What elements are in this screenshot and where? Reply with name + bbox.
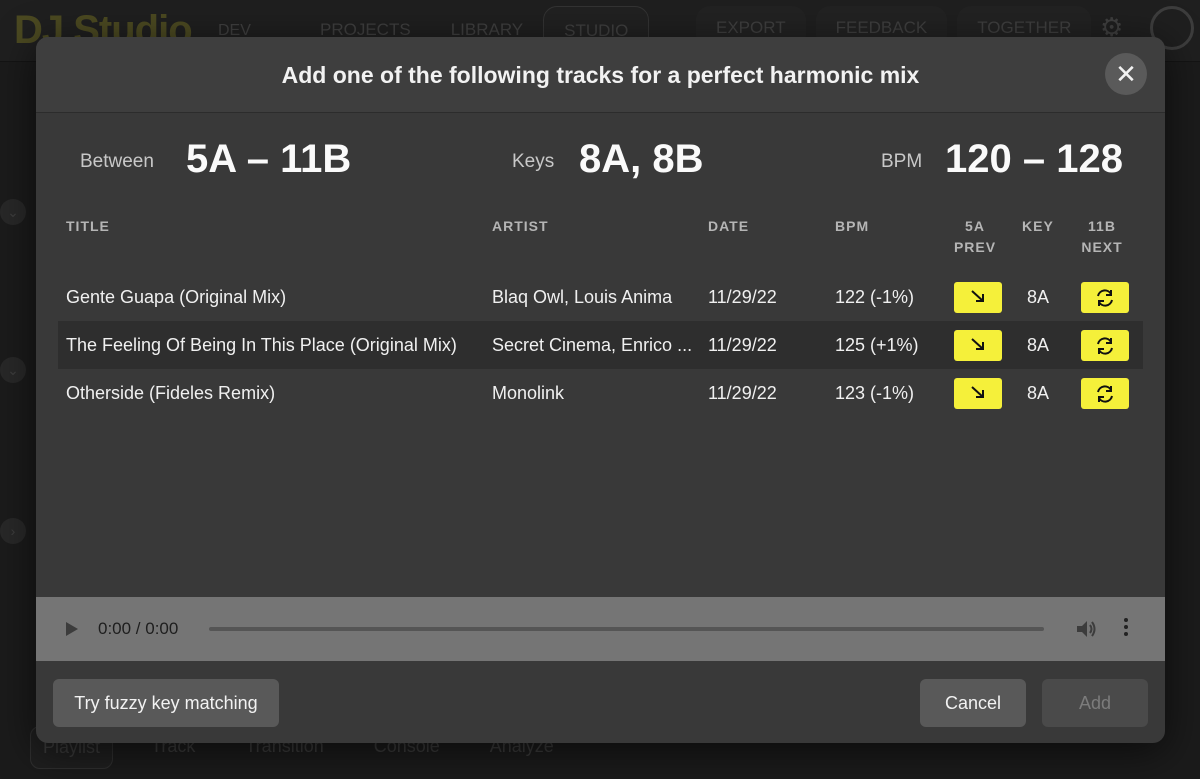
audio-player: 0:00 / 0:00 <box>36 597 1165 661</box>
keys-value: 8A, 8B <box>579 137 704 181</box>
refresh-icon <box>1097 337 1113 355</box>
between-value: 5A – 11B <box>186 137 352 181</box>
column-header-bpm[interactable]: BPM <box>835 218 869 234</box>
mix-stats: Between 5A – 11B Keys 8A, 8B BPM 120 – 1… <box>36 137 1165 187</box>
close-icon: ✕ <box>1115 59 1137 89</box>
cancel-button[interactable]: Cancel <box>920 679 1026 727</box>
add-button[interactable]: Add <box>1042 679 1148 727</box>
next-label: NEXT <box>1081 239 1123 255</box>
refresh-icon <box>1097 289 1113 307</box>
arrow-down-right-icon <box>971 338 984 350</box>
dialog-header: Add one of the following tracks for a pe… <box>36 37 1165 113</box>
add-as-next-button[interactable] <box>1081 378 1129 409</box>
dialog-title: Add one of the following tracks for a pe… <box>281 62 920 88</box>
next-key-label: 11B <box>1088 218 1116 234</box>
add-as-next-button[interactable] <box>1081 282 1129 313</box>
player-bar: 0:00 / 0:00 <box>36 597 1165 661</box>
prev-label: PREV <box>953 239 997 255</box>
track-key: 8A <box>1027 383 1050 403</box>
column-header-artist[interactable]: ARTIST <box>492 218 549 234</box>
table-row[interactable]: Gente Guapa (Original Mix) Blaq Owl, Lou… <box>58 273 1143 321</box>
track-bpm: 125 (+1%) <box>835 335 919 355</box>
add-as-prev-button[interactable] <box>954 282 1002 313</box>
add-as-next-button[interactable] <box>1081 330 1129 361</box>
track-bpm: 122 (-1%) <box>835 287 915 307</box>
column-header-next: 11B NEXT <box>1076 218 1128 255</box>
volume-icon[interactable] <box>1074 618 1098 640</box>
track-title: The Feeling Of Being In This Place (Orig… <box>66 335 457 355</box>
column-header-title[interactable]: TITLE <box>66 218 110 234</box>
track-date: 11/29/22 <box>708 287 777 307</box>
column-header-key[interactable]: KEY <box>1022 218 1054 234</box>
table-row[interactable]: Otherside (Fideles Remix) Monolink 11/29… <box>58 369 1143 417</box>
refresh-icon <box>1097 385 1113 403</box>
track-artist: Secret Cinema, Enrico ... <box>492 335 693 355</box>
column-header-date[interactable]: DATE <box>708 218 749 234</box>
fuzzy-key-matching-button[interactable]: Try fuzzy key matching <box>53 679 279 727</box>
play-icon[interactable] <box>66 622 78 636</box>
bpm-label: BPM <box>881 151 923 172</box>
track-date: 11/29/22 <box>708 335 777 355</box>
arrow-down-right-icon <box>971 290 984 302</box>
track-title: Otherside (Fideles Remix) <box>66 383 276 403</box>
close-button[interactable]: ✕ <box>1105 53 1147 95</box>
track-key: 8A <box>1027 335 1050 355</box>
track-artist: Monolink <box>492 383 565 403</box>
column-header-prev: 5A PREV <box>950 218 1000 255</box>
bpm-value: 120 – 128 <box>945 137 1123 181</box>
progress-slider[interactable] <box>209 627 1044 631</box>
arrow-down-right-icon <box>971 386 984 398</box>
more-options-icon[interactable] <box>1124 618 1128 639</box>
track-key: 8A <box>1027 287 1050 307</box>
between-label: Between <box>80 151 154 172</box>
keys-label: Keys <box>512 151 555 172</box>
playback-time: 0:00 / 0:00 <box>98 619 179 638</box>
track-bpm: 123 (-1%) <box>835 383 915 403</box>
track-date: 11/29/22 <box>708 383 777 403</box>
track-title: Gente Guapa (Original Mix) <box>66 287 287 307</box>
track-artist: Blaq Owl, Louis Anima <box>492 287 673 307</box>
table-row[interactable]: The Feeling Of Being In This Place (Orig… <box>58 321 1143 369</box>
add-as-prev-button[interactable] <box>954 330 1002 361</box>
prev-key-label: 5A <box>965 218 985 234</box>
harmonic-mix-dialog: Add one of the following tracks for a pe… <box>36 37 1165 743</box>
add-as-prev-button[interactable] <box>954 378 1002 409</box>
